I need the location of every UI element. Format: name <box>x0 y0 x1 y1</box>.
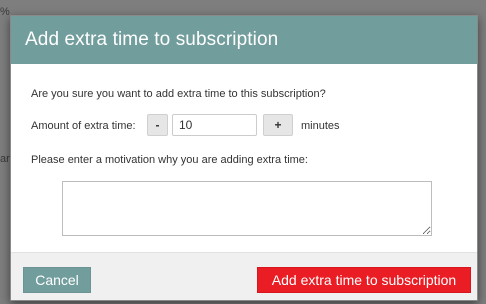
dialog-header: Add extra time to subscription <box>11 16 477 64</box>
unit-label: minutes <box>301 120 340 132</box>
extra-time-amount-row: Amount of extra time: - + minutes <box>31 114 471 138</box>
amount-label: Amount of extra time: <box>31 120 136 132</box>
background-text-fragment: % <box>0 6 10 18</box>
motivation-textarea[interactable] <box>62 181 432 236</box>
add-extra-time-dialog: Add extra time to subscription Are you s… <box>10 15 478 301</box>
confirmation-question: Are you sure you want to add extra time … <box>31 88 326 100</box>
motivation-label: Please enter a motivation why you are ad… <box>31 154 308 166</box>
dialog-body: Are you sure you want to add extra time … <box>11 64 477 252</box>
cancel-button[interactable]: Cancel <box>23 267 91 293</box>
dialog-title: Add extra time to subscription <box>25 29 279 50</box>
add-extra-time-button[interactable]: Add extra time to subscription <box>257 267 471 293</box>
increment-button[interactable]: + <box>263 114 293 136</box>
extra-time-amount-input[interactable] <box>172 114 257 136</box>
background-text-fragment: ar <box>0 153 10 165</box>
decrement-button[interactable]: - <box>147 114 168 136</box>
dialog-footer: Cancel Add extra time to subscription <box>11 252 477 300</box>
